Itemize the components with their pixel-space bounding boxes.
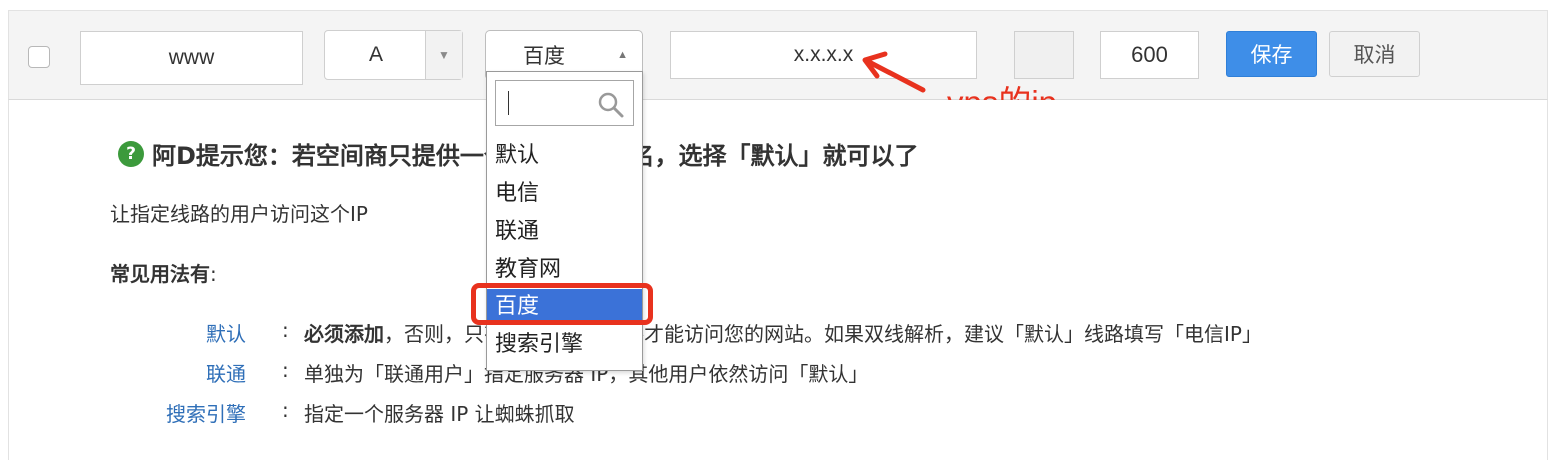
usage-sep: : [282,358,289,382]
annotation-highlight-box [471,283,653,325]
usage-text-default: 必须添加，否则，只有单独指定的线路才能访问您的网站。如果双线解析，建议「默认」线… [304,318,1262,347]
dropdown-search-input[interactable] [495,80,634,126]
usage-key-search-engine[interactable]: 搜索引擎 [150,398,246,427]
chevron-down-icon[interactable]: ▼ [425,31,462,79]
usage-colon: : [210,262,217,286]
host-value: www [168,46,215,69]
usage-heading: 常见用法有: [110,258,217,287]
record-type-value: A [369,43,384,66]
dropdown-item-search-engine[interactable]: 搜索引擎 [487,327,642,363]
search-icon [598,92,624,118]
ttl-input[interactable]: 600 [1100,31,1199,79]
dropdown-item-telecom[interactable]: 电信 [487,176,642,212]
usage-key-default[interactable]: 默认 [150,318,246,347]
record-value-text: x.x.x.x [793,43,854,66]
annotation-arrow-icon [862,51,926,93]
save-button[interactable]: 保存 [1226,31,1317,77]
usage-sep: : [282,318,289,342]
tip-description: 让指定线路的用户访问这个IP [110,202,368,226]
dropdown-item-unicom[interactable]: 联通 [487,214,642,250]
line-dropdown-menu: 默认 电信 联通 教育网 百度 搜索引擎 [486,71,643,371]
dropdown-item-default[interactable]: 默认 [487,138,642,174]
usage-text-bold: 必须添加 [304,322,384,346]
line-value: 百度 [523,45,565,68]
cancel-button[interactable]: 取消 [1329,31,1420,77]
record-checkbox[interactable] [28,46,50,68]
usage-text-search-engine: 指定一个服务器 IP 让蜘蛛抓取 [304,402,575,426]
mx-priority-input[interactable] [1014,31,1074,79]
text-caret [508,91,509,115]
chevron-up-icon: ▲ [617,49,628,61]
usage-key-unicom[interactable]: 联通 [150,358,246,387]
host-input[interactable]: www [80,31,303,85]
record-type-select[interactable]: A ▼ [324,30,463,80]
ttl-value: 600 [1131,42,1168,67]
usage-title: 常见用法有 [110,262,210,286]
question-icon: ? [118,140,144,167]
usage-sep: : [282,398,289,422]
